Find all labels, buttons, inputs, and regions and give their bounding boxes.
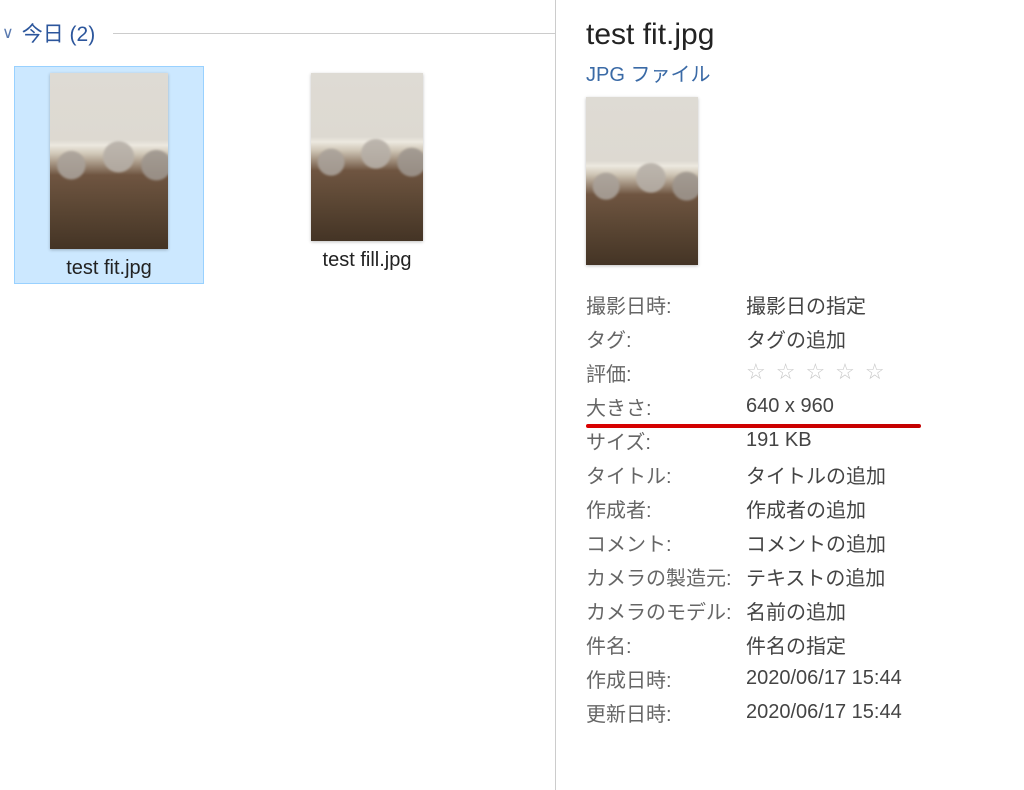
prop-label: 大きさ: <box>586 392 746 421</box>
prop-value[interactable]: 件名の指定 <box>746 630 846 659</box>
prop-label: タイトル: <box>586 460 746 489</box>
prop-value[interactable]: 撮影日の指定 <box>746 290 866 319</box>
prop-value[interactable]: 名前の追加 <box>746 596 846 625</box>
prop-row-created: 作成日時: 2020/06/17 15:44 <box>586 661 1024 695</box>
prop-label: コメント: <box>586 528 746 557</box>
details-pane: test fit.jpg JPG ファイル 撮影日時: 撮影日の指定 タグ: タ… <box>555 0 1024 790</box>
prop-value: 2020/06/17 15:44 <box>746 701 902 724</box>
details-filetype: JPG ファイル <box>586 58 1024 87</box>
thumbnail-image-icon <box>50 73 168 249</box>
prop-row-comment[interactable]: コメント: コメントの追加 <box>586 525 1024 559</box>
prop-value: 2020/06/17 15:44 <box>746 667 902 690</box>
prop-value[interactable]: テキストの追加 <box>746 562 885 591</box>
prop-value: 191 KB <box>746 429 812 452</box>
prop-row-tags[interactable]: タグ: タグの追加 <box>586 321 1024 355</box>
prop-row-camera-model[interactable]: カメラのモデル: 名前の追加 <box>586 593 1024 627</box>
prop-label: カメラのモデル: <box>586 596 746 625</box>
explorer-root: ∨ 今日 (2) test fit.jpg test fill.jpg test… <box>0 0 1024 790</box>
prop-label: サイズ: <box>586 426 746 455</box>
preview-image-icon <box>586 97 698 265</box>
group-label: 今日 (2) <box>22 18 96 48</box>
prop-row-modified: 更新日時: 2020/06/17 15:44 <box>586 695 1024 729</box>
prop-label: カメラの製造元: <box>586 562 746 591</box>
prop-label: 件名: <box>586 630 746 659</box>
prop-row-size: サイズ: 191 KB <box>586 423 1024 457</box>
star-rating-icon[interactable]: ☆☆☆☆☆ <box>746 359 895 385</box>
thumbnail-row: test fit.jpg test fill.jpg <box>0 48 555 284</box>
prop-label: 更新日時: <box>586 698 746 727</box>
prop-row-camera-maker[interactable]: カメラの製造元: テキストの追加 <box>586 559 1024 593</box>
prop-value[interactable]: コメントの追加 <box>746 528 886 557</box>
thumbnail-image-icon <box>311 73 423 241</box>
prop-label: 作成者: <box>586 494 746 523</box>
chevron-down-icon[interactable]: ∨ <box>2 23 14 43</box>
properties-list: 撮影日時: 撮影日の指定 タグ: タグの追加 評価: ☆☆☆☆☆ 大きさ: 64… <box>586 287 1024 729</box>
prop-label: 撮影日時: <box>586 290 746 319</box>
prop-value[interactable]: タイトルの追加 <box>746 460 886 489</box>
prop-value[interactable]: 作成者の追加 <box>746 494 866 523</box>
prop-label: 作成日時: <box>586 664 746 693</box>
prop-value[interactable]: タグの追加 <box>746 324 846 353</box>
file-name: test fill.jpg <box>323 249 412 272</box>
file-list-pane: ∨ 今日 (2) test fit.jpg test fill.jpg <box>0 0 555 790</box>
file-item-test-fit[interactable]: test fit.jpg <box>14 66 204 284</box>
divider <box>113 33 555 34</box>
prop-label: 評価: <box>586 358 746 387</box>
prop-row-title[interactable]: タイトル: タイトルの追加 <box>586 457 1024 491</box>
details-filename: test fit.jpg <box>586 18 1024 52</box>
prop-row-rating[interactable]: 評価: ☆☆☆☆☆ <box>586 355 1024 389</box>
prop-row-dimensions: 大きさ: 640 x 960 <box>586 389 1024 423</box>
prop-row-subject[interactable]: 件名: 件名の指定 <box>586 627 1024 661</box>
prop-row-shoot-date[interactable]: 撮影日時: 撮影日の指定 <box>586 287 1024 321</box>
prop-value: 640 x 960 <box>746 395 834 418</box>
file-item-test-fill[interactable]: test fill.jpg <box>272 66 462 284</box>
prop-row-author[interactable]: 作成者: 作成者の追加 <box>586 491 1024 525</box>
highlight-underline-icon <box>586 424 921 428</box>
prop-label: タグ: <box>586 324 746 353</box>
group-header-today[interactable]: ∨ 今日 (2) <box>0 18 555 48</box>
file-name: test fit.jpg <box>66 257 152 280</box>
